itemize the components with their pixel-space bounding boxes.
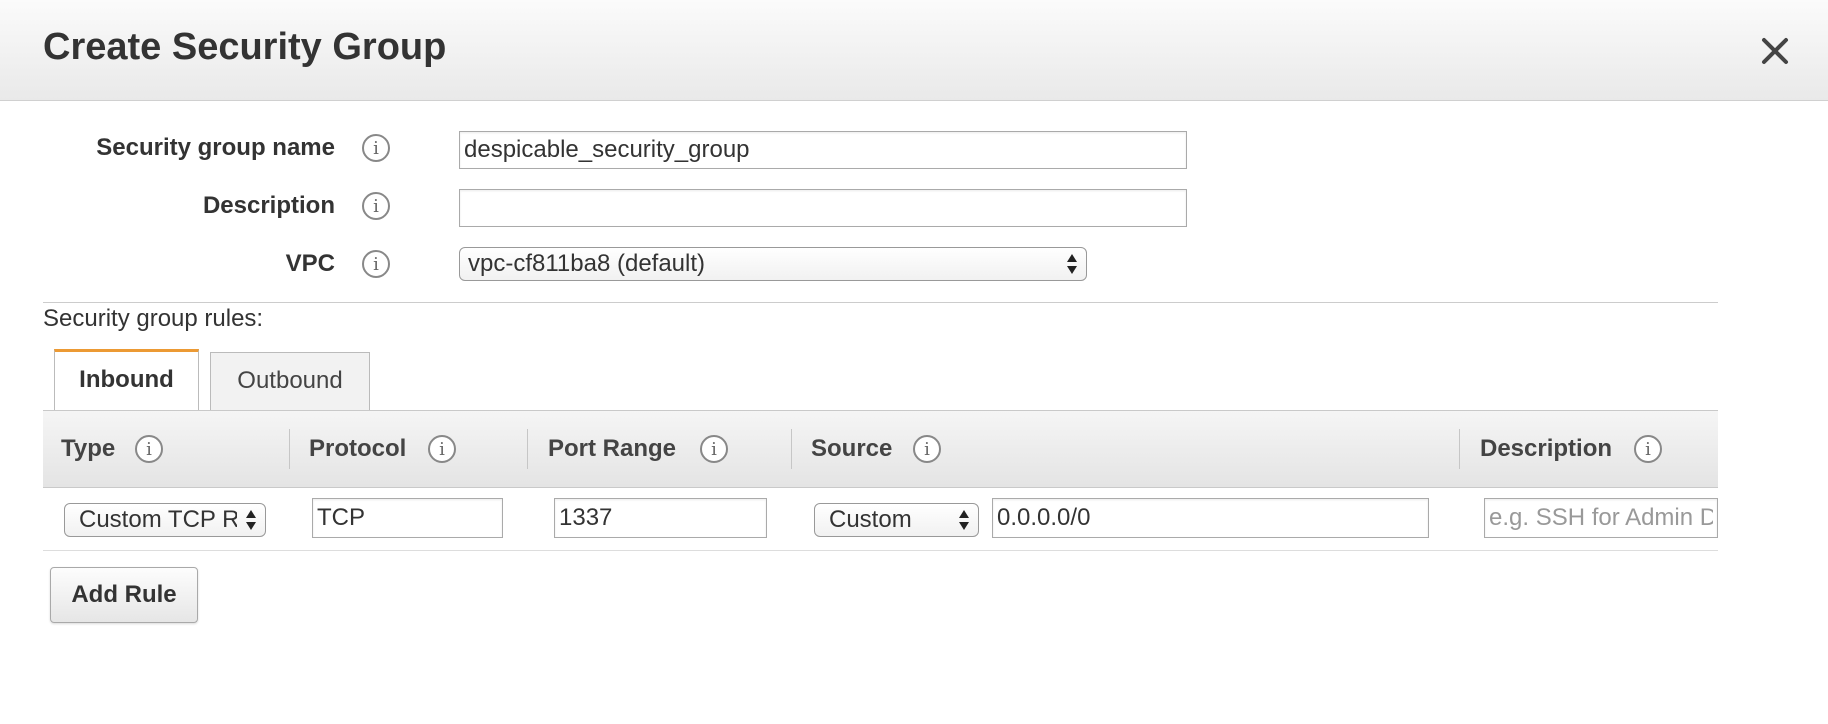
source-cidr-input[interactable] — [992, 498, 1429, 538]
tab-inbound[interactable]: Inbound — [54, 349, 199, 410]
dialog-header: Create Security Group — [0, 0, 1828, 101]
vpc-label: VPC — [285, 250, 335, 277]
row-divider — [43, 550, 1718, 551]
info-icon[interactable]: i — [913, 435, 941, 463]
column-header-description: Description — [1480, 435, 1613, 462]
info-icon[interactable]: i — [428, 435, 456, 463]
tab-outbound[interactable]: Outbound — [210, 352, 370, 410]
rule-type-value: Custom TCP R — [79, 506, 237, 533]
port-range-input[interactable] — [554, 498, 767, 538]
security-group-name-label: Security group name — [96, 134, 335, 161]
add-rule-button[interactable]: Add Rule — [50, 567, 198, 623]
security-group-name-input[interactable] — [459, 131, 1187, 169]
tab-outbound-label: Outbound — [237, 367, 343, 394]
info-icon[interactable]: i — [362, 192, 390, 220]
select-arrows-icon — [959, 510, 969, 530]
column-separator — [1459, 429, 1460, 469]
close-icon[interactable] — [1758, 34, 1792, 68]
vpc-select-value: vpc-cf811ba8 (default) — [468, 250, 706, 277]
info-icon[interactable]: i — [362, 134, 390, 162]
select-arrows-icon — [1067, 254, 1077, 274]
info-icon[interactable]: i — [135, 435, 163, 463]
add-rule-label: Add Rule — [71, 581, 177, 608]
rule-type-select[interactable]: Custom TCP R — [64, 503, 266, 537]
column-header-source: Source — [811, 435, 893, 462]
info-icon[interactable]: i — [1634, 435, 1662, 463]
column-header-type: Type — [61, 435, 116, 462]
description-label: Description — [202, 192, 335, 219]
source-type-select[interactable]: Custom — [814, 503, 979, 537]
protocol-input[interactable] — [312, 498, 503, 538]
source-type-value: Custom — [829, 506, 912, 533]
column-separator — [791, 429, 792, 469]
column-separator — [289, 429, 290, 469]
vpc-select[interactable]: vpc-cf811ba8 (default) — [459, 247, 1087, 281]
column-header-protocol: Protocol — [309, 435, 407, 462]
security-group-rules-label: Security group rules: — [43, 305, 264, 332]
description-input[interactable] — [459, 189, 1187, 227]
info-icon[interactable]: i — [700, 435, 728, 463]
dialog-title: Create Security Group — [43, 26, 447, 68]
select-arrows-icon — [246, 510, 256, 530]
tab-inbound-label: Inbound — [79, 366, 174, 393]
column-separator — [527, 429, 528, 469]
rule-description-input[interactable] — [1484, 498, 1718, 538]
column-header-port-range: Port Range — [548, 435, 677, 462]
rules-table-header: Type i Protocol i Port Range i Source i … — [43, 410, 1718, 488]
section-divider — [43, 302, 1718, 303]
info-icon[interactable]: i — [362, 250, 390, 278]
